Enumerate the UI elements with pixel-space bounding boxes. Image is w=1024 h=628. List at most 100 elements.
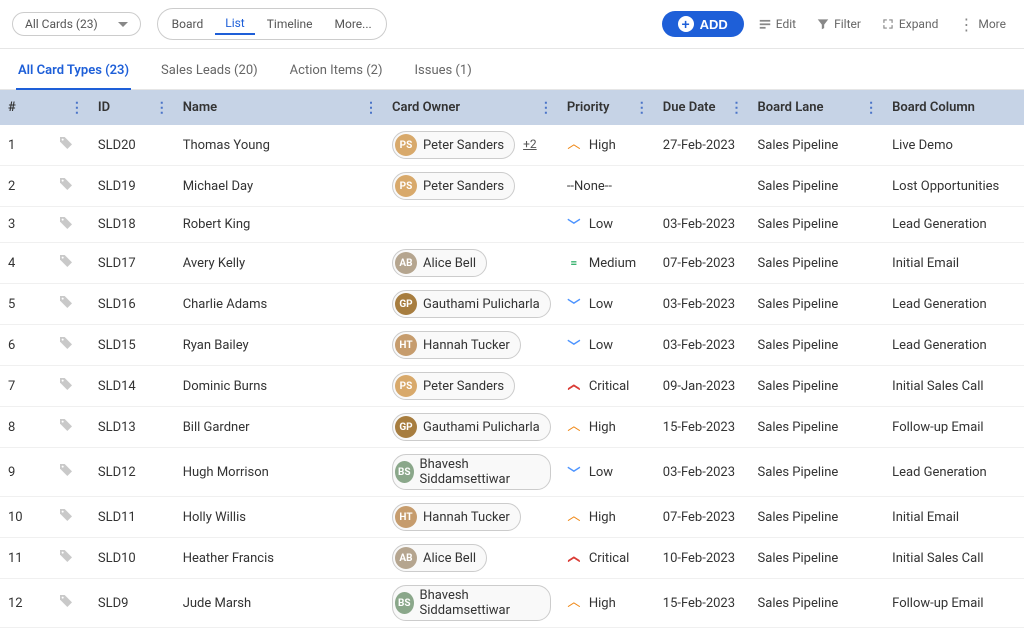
tab-action-items[interactable]: Action Items (2)	[288, 59, 385, 89]
col-number[interactable]: #⋮	[0, 90, 90, 125]
cell-due: 03-Feb-2023	[655, 284, 750, 325]
priority: ︿︿High	[567, 596, 647, 611]
table-row[interactable]: 7SLD14Dominic BurnsPSPeter Sanders︿︿︿Cri…	[0, 366, 1024, 407]
table-row[interactable]: 12SLD9Jude MarshBSBhavesh Siddamsettiwar…	[0, 579, 1024, 628]
cell-board: Live Demo	[884, 125, 1024, 166]
table-row[interactable]: 11SLD10Heather FrancisABAlice Bell︿︿︿Cri…	[0, 538, 1024, 579]
table-row[interactable]: 4SLD17Avery KellyABAlice Bell=Medium07-F…	[0, 243, 1024, 284]
add-label: ADD	[700, 17, 728, 32]
column-menu-icon[interactable]: ⋮	[155, 100, 169, 116]
cell-icon	[50, 166, 90, 207]
cards-table: #⋮ ID⋮ Name⋮ Card Owner⋮ Priority⋮ Due D…	[0, 90, 1024, 628]
cell-due: 03-Feb-2023	[655, 448, 750, 497]
owner-chip[interactable]: BSBhavesh Siddamsettiwar	[392, 454, 551, 490]
col-priority[interactable]: Priority⋮	[559, 90, 655, 125]
tab-sales-leads[interactable]: Sales Leads (20)	[159, 59, 260, 89]
priority: =Medium	[567, 256, 647, 271]
table-row[interactable]: 1SLD20Thomas YoungPSPeter Sanders+2︿︿Hig…	[0, 125, 1024, 166]
add-button[interactable]: + ADD	[662, 11, 744, 37]
cell-name: Holly Willis	[175, 497, 384, 538]
tab-all-card-types[interactable]: All Card Types (23)	[16, 59, 131, 90]
owner-extra[interactable]: +2	[523, 137, 537, 151]
cell-due: 27-Feb-2023	[655, 125, 750, 166]
table-row[interactable]: 3SLD18Robert King﹀Low03-Feb-2023Sales Pi…	[0, 207, 1024, 243]
col-board[interactable]: Board Column	[884, 90, 1024, 125]
priority: ︿︿High	[567, 420, 647, 435]
cell-owner: ABAlice Bell	[384, 243, 559, 284]
owner-chip[interactable]: PSPeter Sanders	[392, 131, 515, 159]
tag-icon	[58, 294, 74, 310]
cell-board: Initial Sales Call	[884, 538, 1024, 579]
filter-action[interactable]: Filter	[810, 13, 867, 35]
edit-action[interactable]: Edit	[752, 13, 802, 35]
column-menu-icon[interactable]: ⋮	[730, 100, 744, 116]
table-row[interactable]: 6SLD15Ryan BaileyHTHannah Tucker﹀Low03-F…	[0, 325, 1024, 366]
avatar: PS	[395, 375, 417, 397]
priority: ﹀Low	[567, 297, 647, 312]
cell-number: 7	[0, 366, 50, 407]
cell-priority: ︿︿High	[559, 125, 655, 166]
cell-number: 4	[0, 243, 50, 284]
tag-icon	[58, 253, 74, 269]
tag-icon	[58, 176, 74, 192]
table-row[interactable]: 9SLD12Hugh MorrisonBSBhavesh Siddamsetti…	[0, 448, 1024, 497]
column-menu-icon[interactable]: ⋮	[864, 100, 878, 116]
owner-chip[interactable]: PSPeter Sanders	[392, 372, 515, 400]
col-lane[interactable]: Board Lane⋮	[750, 90, 885, 125]
priority-text: Low	[589, 297, 613, 312]
table-row[interactable]: 8SLD13Bill GardnerGPGauthami Pulicharla︿…	[0, 407, 1024, 448]
view-more[interactable]: More...	[325, 14, 382, 34]
cell-icon	[50, 579, 90, 628]
avatar: HT	[395, 506, 417, 528]
tag-icon	[58, 417, 74, 433]
cell-owner: PSPeter Sanders	[384, 366, 559, 407]
cell-icon	[50, 407, 90, 448]
edit-icon	[758, 17, 772, 31]
col-id[interactable]: ID⋮	[90, 90, 175, 125]
owner-name: Hannah Tucker	[423, 338, 510, 353]
col-owner[interactable]: Card Owner⋮	[384, 90, 559, 125]
cell-number: 10	[0, 497, 50, 538]
cell-icon	[50, 448, 90, 497]
view-timeline[interactable]: Timeline	[257, 14, 323, 34]
table-row[interactable]: 2SLD19Michael DayPSPeter Sanders--None--…	[0, 166, 1024, 207]
tab-issues[interactable]: Issues (1)	[412, 59, 473, 89]
owner-chip[interactable]: GPGauthami Pulicharla	[392, 413, 551, 441]
owner-chip[interactable]: ABAlice Bell	[392, 249, 487, 277]
cell-name: Michael Day	[175, 166, 384, 207]
cell-id: SLD9	[90, 579, 175, 628]
view-board[interactable]: Board	[162, 14, 214, 34]
cell-name: Ryan Bailey	[175, 325, 384, 366]
owner-chip[interactable]: ABAlice Bell	[392, 544, 487, 572]
owner-name: Alice Bell	[423, 256, 476, 271]
owner-chip[interactable]: HTHannah Tucker	[392, 503, 521, 531]
filter-label: Filter	[834, 17, 861, 31]
cell-icon	[50, 497, 90, 538]
avatar: BS	[395, 592, 414, 614]
column-menu-icon[interactable]: ⋮	[364, 100, 378, 116]
cell-owner: HTHannah Tucker	[384, 325, 559, 366]
owner-chip[interactable]: HTHannah Tucker	[392, 331, 521, 359]
table-row[interactable]: 10SLD11Holly WillisHTHannah Tucker︿︿High…	[0, 497, 1024, 538]
expand-action[interactable]: Expand	[875, 13, 944, 35]
owner-chip[interactable]: PSPeter Sanders	[392, 172, 515, 200]
cell-lane: Sales Pipeline	[750, 407, 885, 448]
priority-text: Low	[589, 338, 613, 353]
cell-priority: ﹀Low	[559, 448, 655, 497]
column-menu-icon[interactable]: ⋮	[539, 100, 553, 116]
column-menu-icon[interactable]: ⋮	[70, 100, 84, 116]
col-name[interactable]: Name⋮	[175, 90, 384, 125]
column-menu-icon[interactable]: ⋮	[635, 100, 649, 116]
cell-name: Avery Kelly	[175, 243, 384, 284]
view-list[interactable]: List	[215, 13, 255, 35]
owner-chip[interactable]: GPGauthami Pulicharla	[392, 290, 551, 318]
tag-icon	[58, 507, 74, 523]
table-row[interactable]: 5SLD16Charlie AdamsGPGauthami Pulicharla…	[0, 284, 1024, 325]
cell-priority: ︿︿High	[559, 497, 655, 538]
filter-icon	[816, 17, 830, 31]
col-due[interactable]: Due Date⋮	[655, 90, 750, 125]
cards-dropdown[interactable]: All Cards (23)	[12, 12, 141, 36]
owner-chip[interactable]: BSBhavesh Siddamsettiwar	[392, 585, 551, 621]
priority-text: Critical	[589, 379, 629, 394]
more-action[interactable]: ⋮ More	[952, 11, 1012, 38]
